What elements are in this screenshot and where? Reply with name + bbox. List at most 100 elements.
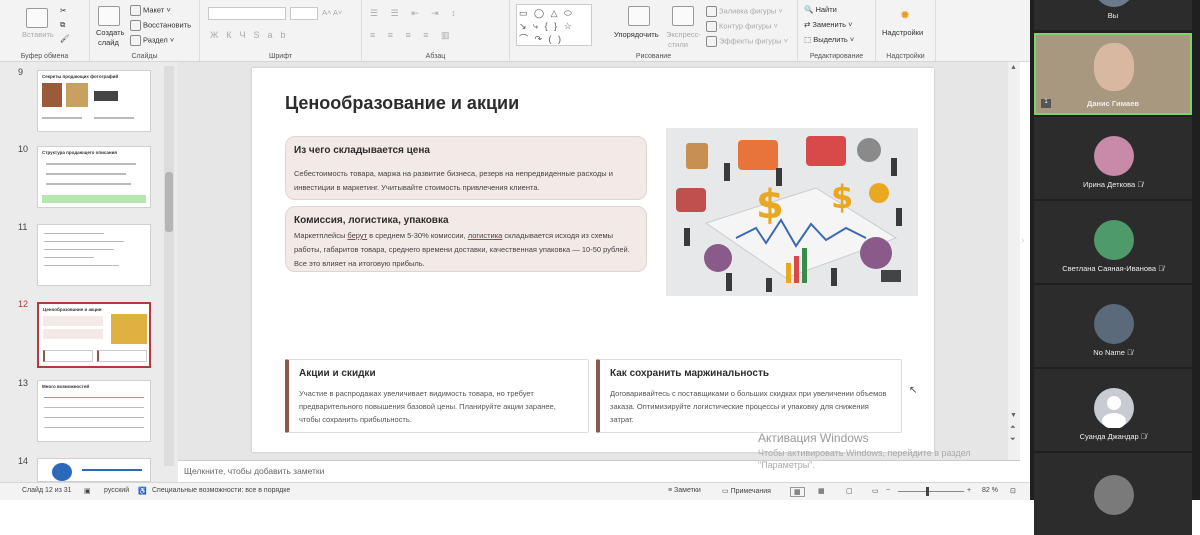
- font-name-select[interactable]: [208, 7, 286, 20]
- business-illustration[interactable]: $ $: [666, 128, 918, 296]
- avatar: [1094, 475, 1134, 515]
- thumbnail-text-line: [44, 265, 119, 266]
- card-promotions[interactable]: Акции и скидки Участие в распродажах уве…: [285, 359, 589, 433]
- format-painter-icon[interactable]: 🖌: [60, 34, 70, 43]
- shapes-gallery[interactable]: ▭ ◯ △ ⬭ ↘ ⤷ { } ☆ ⌒ ↷ ( ): [516, 4, 592, 46]
- slide-title[interactable]: Ценообразование и акции: [285, 93, 519, 114]
- zoom-out-icon[interactable]: −: [886, 487, 890, 494]
- collapse-arrow-icon[interactable]: ›: [1021, 235, 1024, 246]
- shape-outline-button[interactable]: Контур фигуры ˅: [706, 21, 778, 32]
- slide-thumbnail-9[interactable]: Секреты продающих фотографий: [37, 70, 151, 132]
- arrange-icon[interactable]: [628, 6, 650, 26]
- zoom-slider-thumb[interactable]: [926, 487, 929, 496]
- shape-fill-button[interactable]: Заливка фигуры ˅: [706, 6, 783, 17]
- reset-button[interactable]: Восстановить: [130, 20, 191, 31]
- copy-icon[interactable]: ⧉: [60, 20, 65, 30]
- addins-group: ✹ Надстройки Надстройки: [876, 0, 936, 62]
- participant-tile[interactable]: Светлана Саяная-Иванова 🎙̸: [1034, 201, 1192, 283]
- new-slide-button-line2[interactable]: слайд: [98, 38, 119, 47]
- new-slide-button[interactable]: Создать: [96, 28, 125, 37]
- card-heading: Из чего складывается цена: [294, 145, 430, 156]
- thumbnail-text-line: [42, 117, 82, 119]
- quick-styles-icon[interactable]: [672, 6, 694, 26]
- scroll-up-icon[interactable]: ▲: [1010, 64, 1017, 71]
- zoom-in-icon[interactable]: +: [967, 487, 971, 494]
- select-icon: ⬚: [804, 35, 812, 44]
- slide-counter: Слайд 12 из 31: [22, 487, 72, 494]
- comments-toggle[interactable]: ▭ Примечания: [722, 487, 771, 495]
- slide-thumbnail-10[interactable]: Структура продающего описания: [37, 146, 151, 208]
- participant-name-text: Суанда Джандар: [1079, 432, 1139, 441]
- new-slide-icon[interactable]: [98, 6, 120, 26]
- card-price-composition[interactable]: Из чего складывается цена Себестоимость …: [285, 136, 647, 200]
- thumbnail-text-line: [46, 163, 136, 165]
- participant-tile[interactable]: [1034, 453, 1192, 535]
- thumbnail-image: [94, 91, 118, 101]
- arrange-button[interactable]: Упорядочить: [614, 30, 659, 39]
- align-icons[interactable]: ≡ ≡ ≡ ≡ ▥: [370, 30, 455, 41]
- participant-tile[interactable]: Суанда Джандар 🎙̸: [1034, 369, 1192, 451]
- cut-icon[interactable]: ✂: [60, 6, 66, 15]
- find-button[interactable]: 🔍 Найти: [804, 5, 837, 14]
- replace-button[interactable]: ⇄ Заменить ˅: [804, 20, 853, 29]
- search-icon: 🔍: [804, 5, 814, 14]
- thumbnail-scrollbar[interactable]: [164, 66, 174, 466]
- select-button[interactable]: ⬚ Выделить ˅: [804, 35, 854, 44]
- next-slide-icon[interactable]: ⏷: [1010, 436, 1016, 444]
- font-format-icons[interactable]: ЖКЧSab: [210, 30, 294, 40]
- thumbnail-number: 10: [18, 144, 29, 154]
- quick-styles-button[interactable]: Экспресс-: [666, 30, 701, 39]
- layout-button[interactable]: Макет ˅: [130, 5, 171, 16]
- font-size-select[interactable]: [290, 7, 318, 20]
- slide-vertical-scrollbar[interactable]: ▲ ▼ ⏶ ⏷: [1008, 62, 1020, 460]
- addins-icon[interactable]: ✹: [900, 8, 910, 22]
- addins-group-label: Надстройки: [886, 53, 925, 60]
- avatar: [1094, 304, 1134, 344]
- shape-effects-button[interactable]: Эффекты фигуры ˅: [706, 36, 788, 47]
- clipboard-group-label: Буфер обмена: [20, 53, 69, 60]
- thumbnail-card: [97, 350, 147, 362]
- paste-button[interactable]: Вставить: [22, 30, 54, 39]
- paste-icon[interactable]: [26, 8, 48, 28]
- scroll-down-icon[interactable]: ▼: [1010, 412, 1017, 419]
- card-margin[interactable]: Как сохранить маржинальность Договаривай…: [596, 359, 902, 433]
- accessibility-status[interactable]: Специальные возможности: все в порядке: [152, 487, 290, 494]
- font-grow-icon[interactable]: A˄ A˅: [322, 8, 342, 17]
- quick-styles-button-line2[interactable]: стили: [668, 40, 688, 49]
- addins-button[interactable]: Надстройки: [882, 28, 923, 37]
- zoom-level[interactable]: 82 %: [982, 487, 998, 494]
- normal-view-icon[interactable]: ▦: [790, 487, 805, 497]
- reading-view-icon[interactable]: ▢: [846, 487, 853, 495]
- prev-slide-icon[interactable]: ⏶: [1010, 424, 1016, 432]
- layout-icon: [130, 5, 141, 16]
- slide-thumbnail-12[interactable]: Ценообразование и акции: [37, 302, 151, 368]
- language-indicator[interactable]: русский: [104, 487, 129, 494]
- participant-tile-self[interactable]: Вы: [1034, 0, 1192, 30]
- thumbnail-image: [42, 83, 62, 107]
- participant-tile[interactable]: No Name 🎙̸: [1034, 285, 1192, 367]
- notes-toggle[interactable]: ≡ Заметки: [668, 487, 701, 494]
- windows-activation-subtext: Чтобы активировать Windows, перейдите в …: [758, 448, 971, 470]
- slide-thumbnail-14[interactable]: [37, 458, 151, 482]
- slide-thumbnail-13[interactable]: Много возможностей: [37, 380, 151, 442]
- slideshow-icon[interactable]: ▭: [872, 487, 879, 495]
- text-run: Маркетплейсы: [294, 231, 348, 240]
- card-commission-logistics[interactable]: Комиссия, логистика, упаковка Маркетплей…: [285, 206, 647, 272]
- zoom-slider[interactable]: [898, 491, 964, 492]
- participant-tile-active[interactable]: 1 Данис Гимаев: [1034, 33, 1192, 115]
- slide-thumbnail-11[interactable]: [37, 224, 151, 286]
- notes-placeholder[interactable]: Щелкните, чтобы добавить заметки: [184, 466, 324, 476]
- fit-to-window-icon[interactable]: ⊡: [1010, 487, 1016, 495]
- spellcheck-icon[interactable]: ▣: [84, 487, 91, 495]
- thumbnail-number: 13: [18, 378, 29, 388]
- list-icons[interactable]: ☰ ☰ ⇤ ⇥ ↕: [370, 8, 461, 19]
- slide[interactable]: Ценообразование и акции Из чего складыва…: [252, 68, 934, 452]
- section-button[interactable]: Раздел ˅: [130, 35, 174, 46]
- layout-label: Макет: [143, 5, 165, 15]
- participant-name-text: Ирина Деткова: [1083, 180, 1136, 189]
- mic-muted-icon: 🎙̸: [1158, 264, 1164, 273]
- slide-sorter-icon[interactable]: ▦: [818, 487, 825, 495]
- participant-tile[interactable]: Ирина Деткова 🎙̸: [1034, 117, 1192, 199]
- thumbnail-scrollbar-thumb[interactable]: [165, 172, 173, 232]
- accessibility-icon[interactable]: ♿: [138, 487, 147, 495]
